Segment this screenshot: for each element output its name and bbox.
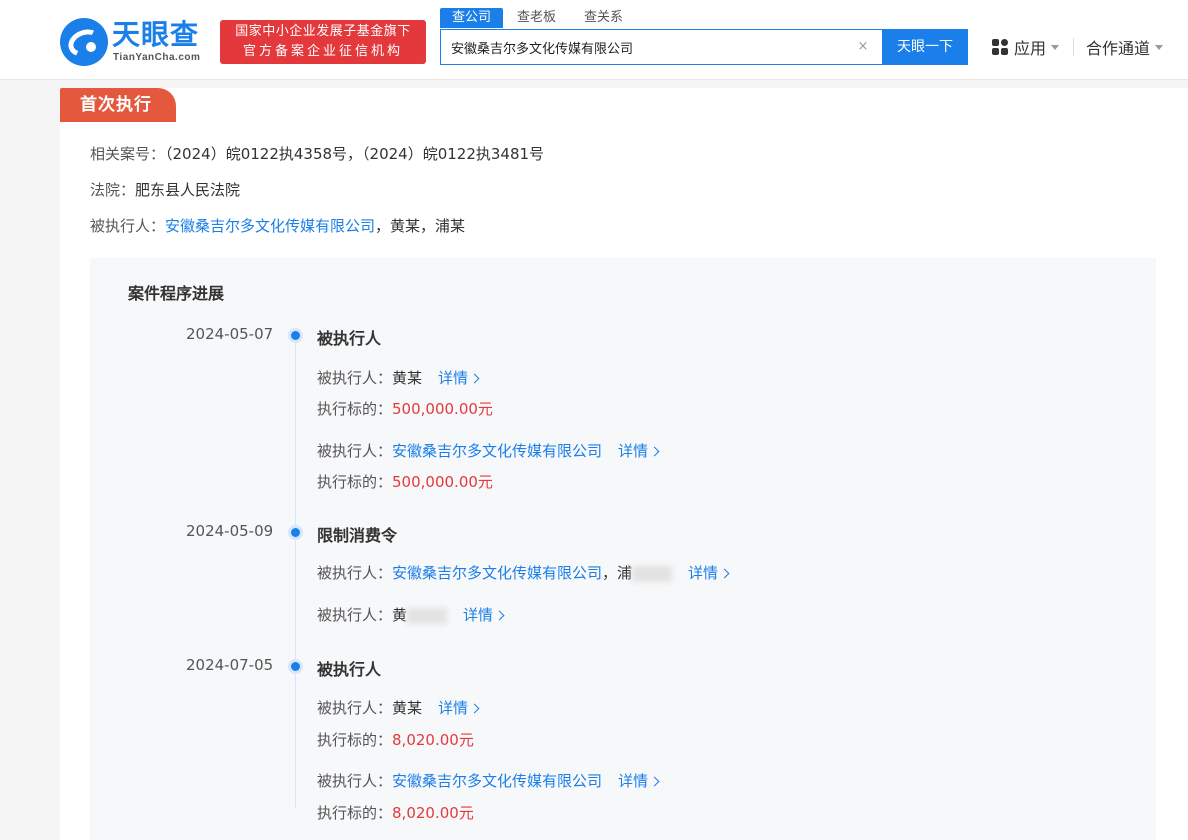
- blurred-name: [632, 565, 673, 582]
- court-label: 法院：: [90, 181, 136, 199]
- search-button[interactable]: 天眼一下: [882, 29, 968, 65]
- chevron-right-icon: [469, 703, 480, 714]
- amount-line: 执行标的：500,000.00元: [317, 398, 493, 419]
- executed-company-link[interactable]: 安徽桑吉尔多文化传媒有限公司: [392, 442, 602, 460]
- executed-name: 黄: [392, 606, 408, 624]
- amount-label: 执行标的：: [317, 473, 393, 491]
- executed-party-row: 被执行人：安徽桑吉尔多文化传媒有限公司，黄某，浦某: [90, 215, 465, 236]
- logo-domain: TianYanCha.com: [113, 52, 201, 63]
- amount-value: 500,000.00元: [392, 473, 493, 491]
- executed-company-line: 被执行人：安徽桑吉尔多文化传媒有限公司 详情: [317, 770, 660, 791]
- search-input[interactable]: [441, 30, 881, 64]
- chevron-right-icon: [469, 373, 480, 384]
- entry-date: 2024-07-05: [186, 656, 274, 674]
- detail-link[interactable]: 详情: [438, 699, 480, 717]
- clear-icon[interactable]: ×: [855, 39, 871, 55]
- chevron-right-icon: [719, 568, 730, 579]
- section-tag: 首次执行: [60, 88, 176, 122]
- tab-search-boss[interactable]: 查老板: [517, 8, 556, 28]
- detail-link[interactable]: 详情: [463, 606, 505, 624]
- nav-divider: [1073, 38, 1074, 56]
- cooperation-label: 合作通道: [1086, 39, 1151, 58]
- amount-line: 执行标的：8,020.00元: [317, 729, 474, 750]
- chevron-down-icon: [1051, 44, 1060, 50]
- amount-line: 执行标的：8,020.00元: [317, 802, 474, 823]
- cooperation-menu[interactable]: 合作通道: [1086, 36, 1164, 58]
- amount-value: 500,000.00元: [392, 400, 493, 418]
- executed-name: 黄某: [392, 699, 423, 717]
- consumption-ban-line: 被执行人：黄 详情: [317, 604, 505, 625]
- search-box: × 天眼一下: [440, 29, 968, 65]
- tianyancha-logo[interactable]: 天眼查 TianYanCha.com: [60, 18, 212, 66]
- timeline-dot-icon: [291, 528, 300, 537]
- executed-party-label: 被执行人：: [90, 217, 166, 235]
- case-number-label: 相关案号：: [90, 145, 166, 163]
- chevron-down-icon: [1155, 44, 1164, 50]
- eye-logo-icon: [60, 18, 108, 66]
- timeline-dot-icon: [291, 662, 300, 671]
- detail-link[interactable]: 详情: [618, 442, 660, 460]
- executed-label: 被执行人：: [317, 369, 393, 387]
- entry-type: 限制消费令: [317, 526, 398, 545]
- entry-date: 2024-05-07: [186, 325, 274, 343]
- executed-label: 被执行人：: [317, 606, 393, 624]
- court-row: 法院：肥东县人民法院: [90, 179, 240, 200]
- court-value: 肥东县人民法院: [135, 181, 241, 199]
- executed-company-link[interactable]: 安徽桑吉尔多文化传媒有限公司: [165, 217, 375, 235]
- banner-line-2: 官方备案企业征信机构: [242, 44, 403, 59]
- progress-title: 案件程序进展: [128, 284, 225, 303]
- executed-name: 黄某: [392, 369, 423, 387]
- promo-banner[interactable]: 国家中小企业发展子基金旗下 官方备案企业征信机构: [220, 20, 426, 64]
- case-number-value: （2024）皖0122执4358号，（2024）皖0122执3481号: [165, 145, 545, 163]
- consumption-ban-line: 被执行人：安徽桑吉尔多文化传媒有限公司，浦 详情: [317, 562, 730, 583]
- entry-date: 2024-05-09: [186, 522, 274, 540]
- entry-type: 被执行人: [317, 660, 382, 679]
- executed-others: ，黄某，浦某: [375, 217, 466, 235]
- first-execution-card: 首次执行 相关案号：（2024）皖0122执4358号，（2024）皖0122执…: [60, 88, 1188, 840]
- chevron-right-icon: [649, 776, 660, 787]
- timeline-dot-icon: [291, 331, 300, 340]
- case-number-row: 相关案号：（2024）皖0122执4358号，（2024）皖0122执3481号: [90, 143, 544, 164]
- tab-search-company[interactable]: 查公司: [440, 8, 504, 28]
- executed-company-link[interactable]: 安徽桑吉尔多文化传媒有限公司: [392, 564, 602, 582]
- apps-menu[interactable]: 应用: [992, 36, 1060, 58]
- detail-link[interactable]: 详情: [618, 772, 660, 790]
- executed-person-line: 被执行人：黄某 详情: [317, 367, 480, 388]
- executed-company-link[interactable]: 安徽桑吉尔多文化传媒有限公司: [392, 772, 602, 790]
- chevron-right-icon: [494, 610, 505, 621]
- amount-label: 执行标的：: [317, 804, 393, 822]
- executed-others: ，浦: [602, 564, 633, 582]
- detail-link[interactable]: 详情: [438, 369, 480, 387]
- tab-search-relation[interactable]: 查关系: [584, 8, 623, 28]
- amount-value: 8,020.00元: [392, 804, 474, 822]
- executed-label: 被执行人：: [317, 564, 393, 582]
- blurred-name: [407, 607, 448, 624]
- amount-line: 执行标的：500,000.00元: [317, 471, 493, 492]
- apps-label: 应用: [1014, 39, 1047, 58]
- executed-label: 被执行人：: [317, 442, 393, 460]
- top-header: 天眼查 TianYanCha.com 国家中小企业发展子基金旗下 官方备案企业征…: [0, 0, 1188, 80]
- executed-label: 被执行人：: [317, 772, 393, 790]
- timeline-line: [295, 334, 296, 808]
- amount-label: 执行标的：: [317, 731, 393, 749]
- banner-line-1: 国家中小企业发展子基金旗下: [235, 24, 411, 39]
- entry-type: 被执行人: [317, 329, 382, 348]
- chevron-right-icon: [649, 446, 660, 457]
- executed-label: 被执行人：: [317, 699, 393, 717]
- executed-person-line: 被执行人：黄某 详情: [317, 697, 480, 718]
- logo-title: 天眼查: [112, 18, 200, 51]
- detail-link[interactable]: 详情: [688, 564, 730, 582]
- amount-value: 8,020.00元: [392, 731, 474, 749]
- apps-grid-icon: [992, 39, 1008, 55]
- case-progress-panel: 案件程序进展 2024-05-07 被执行人 被执行人：黄某 详情 执行标的：50…: [90, 258, 1156, 840]
- amount-label: 执行标的：: [317, 400, 393, 418]
- executed-company-line: 被执行人：安徽桑吉尔多文化传媒有限公司 详情: [317, 440, 660, 461]
